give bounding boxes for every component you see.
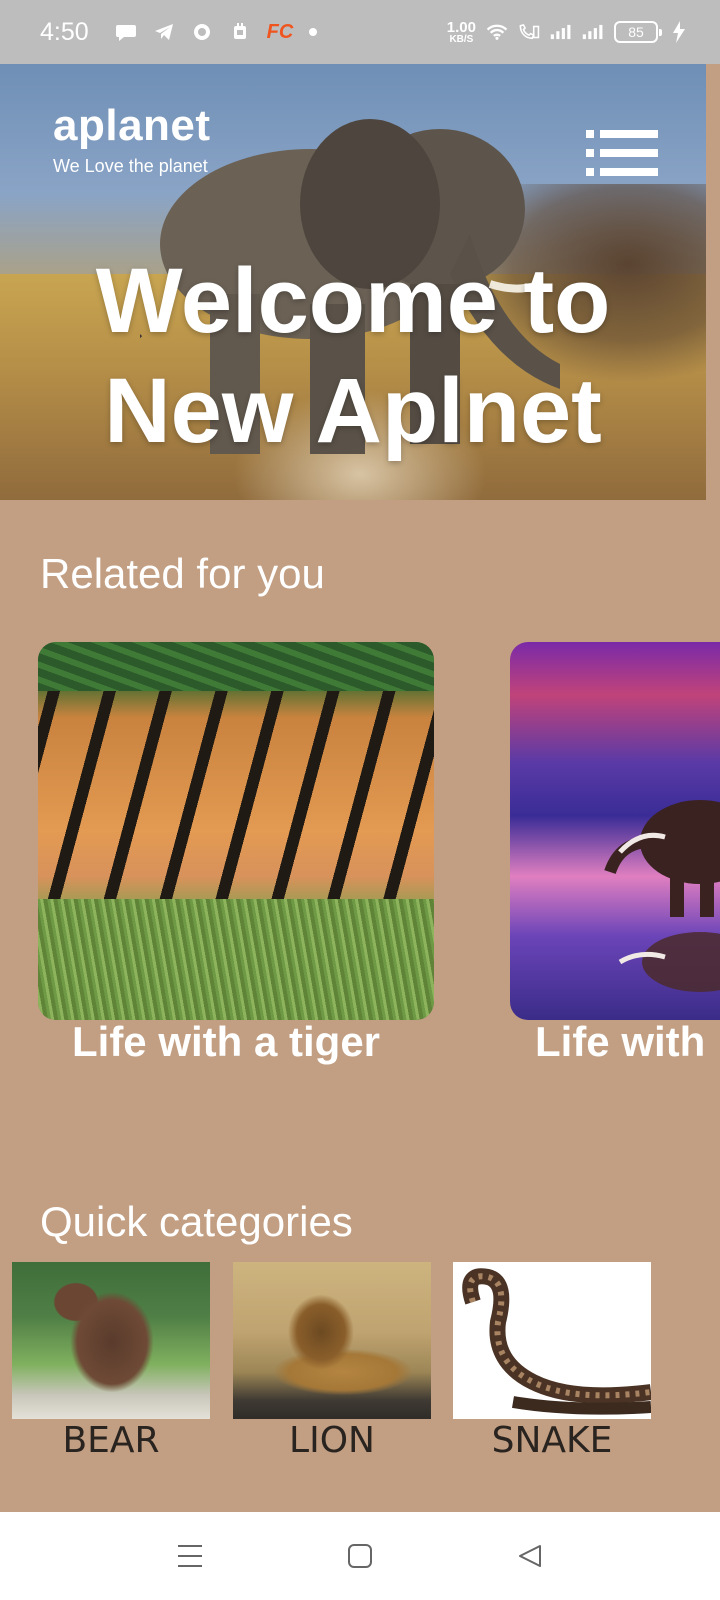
related-card-elephant-image[interactable]	[510, 642, 720, 1020]
logo-subtitle: We Love the planet	[53, 156, 208, 176]
category-bear-image[interactable]	[12, 1262, 210, 1419]
tiger-foliage	[38, 642, 434, 692]
tiger-grass	[38, 899, 434, 1020]
dot-icon	[309, 28, 318, 36]
chat-icon	[115, 21, 137, 43]
status-time: 4:50	[40, 17, 89, 46]
wifi-icon	[486, 21, 508, 43]
menu-line	[586, 168, 658, 176]
home-icon[interactable]	[345, 1541, 375, 1571]
status-right: 1.00 KB/S 85	[447, 20, 690, 45]
menu-line	[586, 130, 658, 138]
hero-heading-line2: New Aplnet	[104, 360, 602, 462]
telegram-icon	[153, 21, 175, 43]
mammoth-silhouette	[604, 800, 720, 992]
battery-level: 85	[628, 24, 644, 40]
related-section-title: Related for you	[40, 550, 325, 597]
menu-line	[586, 149, 658, 157]
status-left: 4:50 FC	[40, 17, 318, 47]
network-speed-unit: KB/S	[449, 33, 474, 45]
hero-banner: aplanet We Love the planet Welcome to Ne…	[0, 64, 706, 500]
categories-section-title: Quick categories	[40, 1198, 353, 1245]
battery-icon: 85	[614, 21, 662, 43]
back-icon[interactable]	[515, 1541, 545, 1571]
snake-illustration	[462, 1268, 651, 1415]
app-icon	[191, 21, 213, 43]
category-snake-image[interactable]	[453, 1262, 651, 1419]
hero-heading: Welcome to New Aplnet	[0, 246, 706, 466]
related-card-tiger-image[interactable]	[38, 642, 434, 1020]
fc-app-icon: FC	[266, 20, 294, 43]
system-nav-bar	[0, 1512, 720, 1600]
app-logo[interactable]: aplanet We Love the planet	[53, 104, 211, 177]
network-speed-value: 1.00	[446, 18, 476, 36]
network-speed: 1.00 KB/S	[447, 20, 476, 45]
logo-title: aplanet	[53, 101, 211, 150]
related-card-caption[interactable]: Life with	[535, 1018, 705, 1066]
category-snake-label[interactable]: SNAKE	[453, 1420, 651, 1461]
signal-1-icon	[550, 21, 572, 43]
category-lion-label[interactable]: LION	[233, 1420, 431, 1461]
category-bear-label[interactable]: BEAR	[12, 1420, 210, 1461]
category-lion-image[interactable]	[233, 1262, 431, 1419]
sim-icon	[229, 21, 251, 43]
status-bar: 4:50 FC 1.00 KB/S 85	[0, 0, 720, 64]
related-card-caption[interactable]: Life with a tiger	[72, 1018, 380, 1066]
signal-2-icon	[582, 21, 604, 43]
charging-icon	[668, 21, 690, 43]
recent-apps-icon[interactable]	[175, 1541, 205, 1571]
hamburger-menu-icon[interactable]	[586, 130, 658, 176]
volte-icon	[518, 21, 540, 43]
hero-heading-line1: Welcome to	[95, 250, 611, 352]
